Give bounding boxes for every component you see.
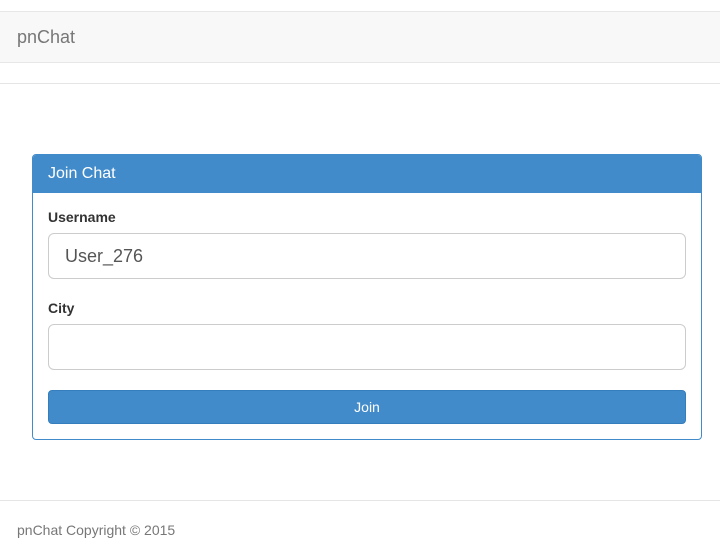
username-input[interactable]: [48, 233, 686, 279]
navbar: pnChat: [0, 11, 720, 63]
header-divider: [0, 83, 720, 84]
join-button[interactable]: Join: [48, 390, 686, 424]
footer-copyright: pnChat Copyright © 2015: [17, 522, 176, 538]
footer-divider: [0, 500, 720, 501]
panel-title: Join Chat: [33, 155, 701, 193]
page: pnChat Join Chat Username City Join pnCh…: [0, 0, 720, 556]
city-input[interactable]: [48, 324, 686, 370]
username-label: Username: [48, 209, 116, 225]
city-label: City: [48, 300, 75, 316]
brand-link[interactable]: pnChat: [17, 27, 75, 47]
join-chat-panel: Join Chat Username City Join: [32, 154, 702, 440]
